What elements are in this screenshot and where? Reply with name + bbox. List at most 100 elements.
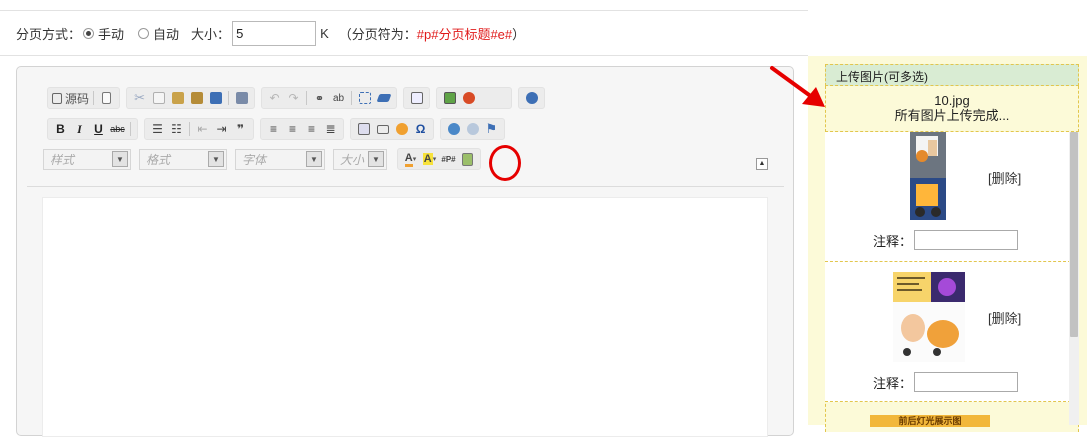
undo-icon: ↶ [269,91,280,105]
page-break-button[interactable]: #P# [440,150,457,168]
manual-radio[interactable] [83,27,95,39]
binoculars-icon: ⚭ [314,92,325,105]
copy-button[interactable] [150,89,167,107]
select-all-button[interactable] [356,89,373,107]
dropdown-arrow-icon: ▾ [412,156,417,163]
justify-button[interactable]: ≣ [322,120,339,138]
toolbar-bottom-divider [27,186,784,187]
toolbar-separator [306,91,308,105]
bold-button[interactable]: B [52,120,69,138]
partial-thumbnail-banner: 前后灯光展示图 [870,415,990,427]
toolbar-row-2: B I U abc ☰ ☷ ⇤ ⇥ ❞ ≡ ≡ ≡ ≣ Ω ⚑ [47,118,511,140]
note-input[interactable] [914,230,1019,250]
manual-label: 手动 [98,26,125,42]
italic-button[interactable]: I [71,120,88,138]
chevron-down-icon: ▼ [306,151,322,167]
align-center-button[interactable]: ≡ [284,120,301,138]
auto-radio[interactable] [138,27,150,39]
paste-word-icon [209,92,222,104]
toolbar-group-insert-media [436,87,513,109]
smiley-button[interactable] [393,120,410,138]
paste-text-button[interactable] [188,89,205,107]
insert-file-button[interactable] [459,150,476,168]
delete-link[interactable]: [删除] [988,308,1021,327]
toolbar-row-3: 样式 ▼ 格式 ▼ 字体 ▼ 大小 ▼ A ▾ A ▾ #P# [43,148,487,170]
toolbar-separator [93,91,95,105]
find-button[interactable]: ⚭ [311,89,328,107]
remove-format-button[interactable] [375,89,392,107]
chevron-down-icon: ▼ [208,151,224,167]
collapse-toolbar-button[interactable]: ▲ [756,158,768,170]
numbered-list-button[interactable]: ☰ [149,120,166,138]
toolbar-group-maximize [518,87,546,109]
flag-icon: ⚑ [485,121,498,136]
paste-icon [171,92,184,104]
separator-hint-value: #p#分页标题#e# [416,26,513,42]
outdent-button[interactable]: ⇤ [194,120,211,138]
toolbar-row-1: 源码 ✂ ↶ ↷ ⚭ ab [47,87,551,109]
size-combo[interactable]: 大小 ▼ [333,148,387,170]
maximize-button[interactable] [523,89,540,107]
toolbar-group-preview [403,87,431,109]
select-all-icon [358,92,371,104]
delete-link[interactable]: [删除] [988,168,1021,187]
blockquote-button[interactable]: ❞ [232,120,249,138]
image-button[interactable] [441,89,458,107]
strike-button[interactable]: abc [109,120,126,138]
anchor-button[interactable]: ⚑ [483,120,500,138]
note-input[interactable] [914,372,1019,392]
print-button[interactable] [233,89,250,107]
undo-button[interactable]: ↶ [266,89,283,107]
replace-button[interactable]: ab [330,89,347,107]
style-combo-label: 样式 [50,152,75,167]
horizontal-rule-icon [376,124,389,134]
indent-icon: ⇥ [216,122,227,136]
paste-word-button[interactable] [207,89,224,107]
preview-button[interactable] [408,89,425,107]
paste-button[interactable] [169,89,186,107]
link-button[interactable] [445,120,462,138]
scrollbar-thumb[interactable] [1070,132,1078,337]
note-label: 注释： [873,233,913,249]
outdent-icon: ⇤ [197,122,208,136]
font-combo[interactable]: 字体 ▼ [235,148,325,170]
underline-button[interactable]: U [90,120,107,138]
separator-hint-open: （分页符为： [338,26,417,42]
bg-color-button[interactable]: A ▾ [421,150,438,168]
toolbar-group-edit: ↶ ↷ ⚭ ab [261,87,398,109]
numbered-list-icon: ☰ [152,122,163,136]
size-unit: K [320,25,329,41]
special-char-button[interactable]: Ω [412,120,429,138]
flash-button[interactable] [460,89,477,107]
align-right-button[interactable]: ≡ [303,120,320,138]
align-left-button[interactable]: ≡ [265,120,282,138]
copy-icon [152,92,165,104]
style-combo[interactable]: 样式 ▼ [43,148,131,170]
cut-button[interactable]: ✂ [131,89,148,107]
document-icon [102,92,112,104]
paste-text-icon [190,92,203,104]
format-combo[interactable]: 格式 ▼ [139,148,227,170]
bulleted-list-button[interactable]: ☷ [168,120,185,138]
bg-color-icon: A [422,153,433,165]
source-button[interactable]: 源码 [52,89,89,107]
templates-button[interactable] [98,89,115,107]
horizontal-rule-button[interactable] [374,120,391,138]
note-row: 注释： [873,230,1019,250]
editor-content-area[interactable] [42,197,768,437]
maximize-icon [525,92,538,104]
toolbar-group-basic-style: B I U abc [47,118,138,140]
redo-button[interactable]: ↷ [285,89,302,107]
image-thumbnail-art [893,272,965,362]
toolbar-separator [189,122,190,136]
align-center-icon: ≡ [288,122,296,136]
image-item: [删除] 注释： [825,132,1071,262]
size-input[interactable] [232,20,317,46]
table-button[interactable] [355,120,372,138]
text-color-button[interactable]: A ▾ [402,150,419,168]
unlink-button[interactable] [464,120,481,138]
upload-images-button[interactable]: 上传图片(可多选) [825,64,1079,86]
align-right-icon: ≡ [307,122,315,136]
indent-button[interactable]: ⇥ [213,120,230,138]
chevron-down-icon: ▼ [368,151,384,167]
